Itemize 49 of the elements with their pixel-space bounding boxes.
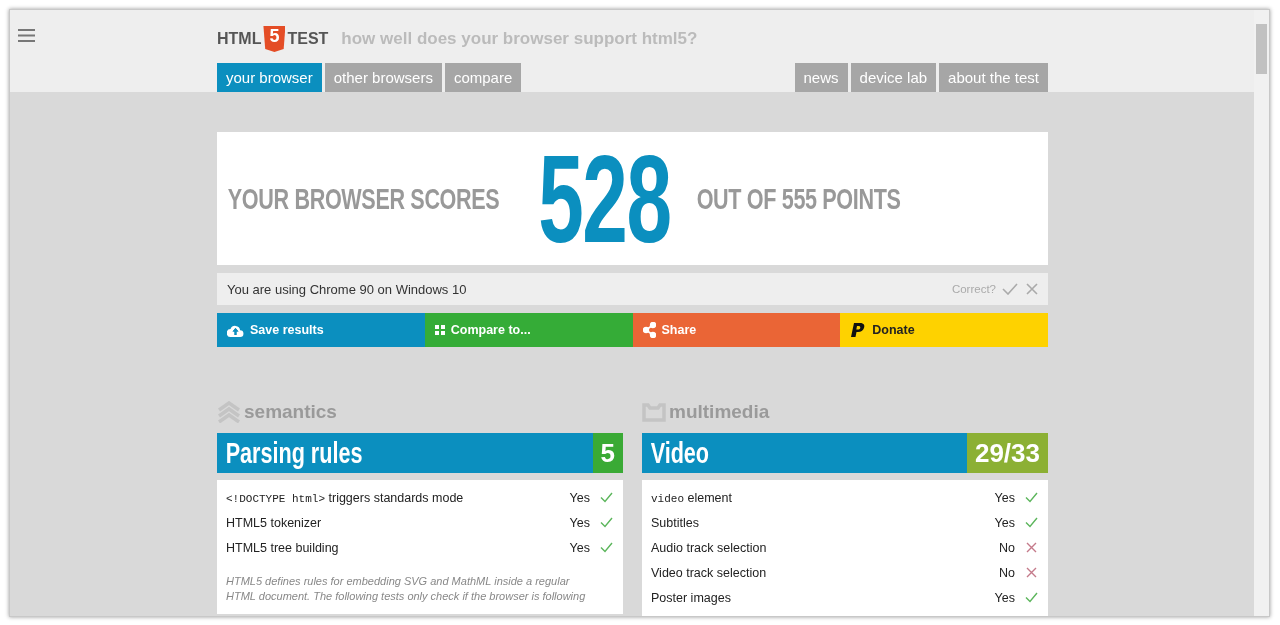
nav-tab[interactable]: compare xyxy=(444,63,522,92)
p-logo-icon xyxy=(850,321,867,339)
nav-tab[interactable]: your browser xyxy=(217,63,322,92)
logo-text: TEST xyxy=(287,30,329,48)
test-name: video element xyxy=(651,490,733,505)
nav-tab[interactable]: device lab xyxy=(850,63,937,92)
section-title: Video xyxy=(649,435,711,471)
test-result: Yes xyxy=(569,515,590,530)
section-score: 29/33 xyxy=(966,433,1048,473)
score-label: YOUR BROWSER SCORES xyxy=(227,181,500,216)
test-result: Yes xyxy=(994,515,1015,530)
check-icon[interactable] xyxy=(1002,283,1018,295)
nav-tab[interactable]: about the test xyxy=(939,63,1048,92)
share-icon xyxy=(642,322,656,338)
test-result: No xyxy=(999,565,1015,580)
category-title: semantics xyxy=(244,401,337,423)
save-button[interactable]: Save results xyxy=(217,313,425,347)
scrollbar[interactable] xyxy=(1254,10,1269,616)
test-result: No xyxy=(999,540,1015,555)
menu-icon[interactable] xyxy=(18,29,35,42)
test-name: HTML5 tokenizer xyxy=(226,515,323,530)
test-result: Yes xyxy=(994,590,1015,605)
share-button[interactable]: Share xyxy=(632,313,841,347)
close-icon[interactable] xyxy=(1026,283,1038,295)
section-note: HTML5 defines rules for embedding SVG and MathML inside a regular HTML document. The following tests only check if the browser is following xyxy=(226,574,587,604)
score-label: OUT OF 555 POINTS xyxy=(696,181,901,216)
grid-icon xyxy=(434,325,445,335)
test-result: Yes xyxy=(994,490,1015,505)
nav-tab[interactable]: news xyxy=(794,63,848,92)
test-result: Yes xyxy=(569,490,590,505)
section-title: Parsing rules xyxy=(224,435,364,471)
test-name: Subtitles xyxy=(651,515,700,530)
test-name: HTML5 tree building xyxy=(226,540,340,555)
category-title: multimedia xyxy=(669,401,770,423)
logo-badge: 5 xyxy=(263,26,286,52)
logo-text: HTML xyxy=(217,30,262,48)
score-number: 528 xyxy=(538,136,671,261)
compare-button[interactable]: Compare to... xyxy=(424,313,633,347)
nav-tab[interactable]: other browsers xyxy=(324,63,442,92)
donate-button[interactable]: Donate xyxy=(840,313,1048,347)
correct-question: Correct? xyxy=(951,283,996,295)
test-name: Video track selection xyxy=(651,565,768,580)
test-name: <!DOCTYPE html> triggers standards mode xyxy=(226,490,465,505)
test-name: Poster images xyxy=(651,590,732,605)
test-name: Audio track selection xyxy=(651,540,768,555)
test-result: Yes xyxy=(569,540,590,555)
cloud-upload-icon xyxy=(227,323,244,337)
section-score: 5 xyxy=(592,433,623,473)
browser-text: You are using Chrome 90 on Windows 10 xyxy=(227,281,467,297)
